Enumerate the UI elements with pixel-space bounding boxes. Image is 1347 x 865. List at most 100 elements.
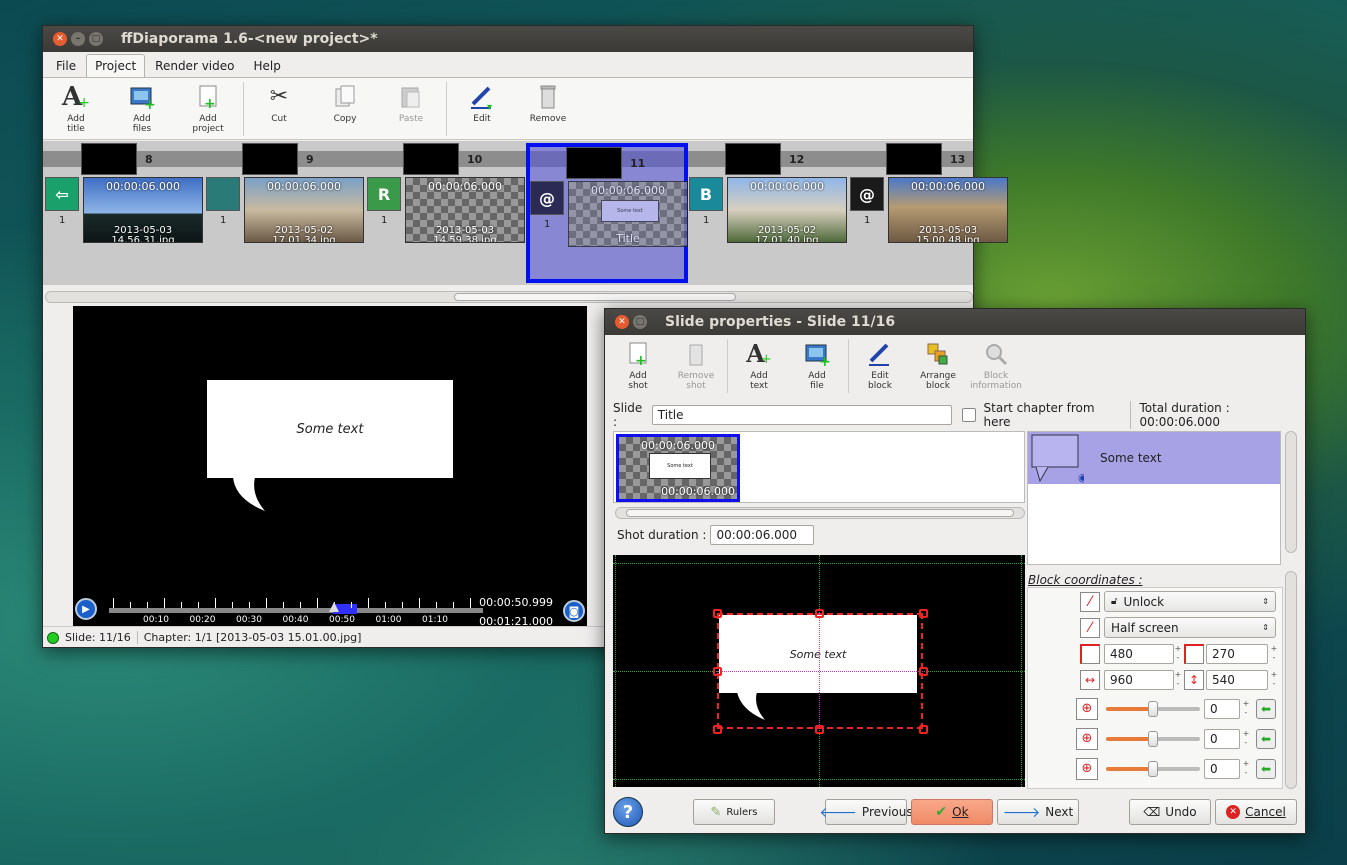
- dialog-toolbar: + Add shot Remove shot A + Add text + Add fi…: [605, 335, 1305, 395]
- shots-scroll-thumb[interactable]: [626, 509, 1014, 517]
- start-chapter-checkbox[interactable]: [962, 408, 976, 422]
- slot-image[interactable]: 00:00:06.000 2013-05-02 17.01.34.jpg: [244, 177, 364, 243]
- previous-button[interactable]: 🡐︎ Previous: [819, 799, 913, 825]
- resize-handle[interactable]: [815, 609, 824, 618]
- cancel-button[interactable]: ✕ Cancel: [1215, 799, 1297, 825]
- timeline-scrollbar[interactable]: [45, 291, 973, 303]
- y-input[interactable]: 270: [1206, 644, 1268, 664]
- edit-block-button[interactable]: Edit block: [851, 339, 909, 391]
- menu-file[interactable]: File: [47, 54, 85, 77]
- block-list-scrollbar[interactable]: [1285, 431, 1297, 553]
- slot-thumb-top: [886, 143, 942, 175]
- add-files-button[interactable]: + Add files: [109, 82, 175, 134]
- snapshot-button[interactable]: ◙: [563, 600, 585, 622]
- timeline-slot[interactable]: 10 R 1 00:00:06.000 2013-05-03 14.59.38.jpg: [367, 143, 529, 283]
- maximize-icon[interactable]: □: [89, 32, 103, 46]
- coords-scrollbar[interactable]: [1285, 571, 1297, 789]
- menu-render-video[interactable]: Render video: [146, 54, 243, 77]
- lock-combo[interactable]: 🔓︎ Unlock ⇕: [1104, 591, 1276, 612]
- rulers-button[interactable]: ✎ Rulers: [693, 799, 775, 825]
- add-title-button[interactable]: A + Add title: [43, 82, 109, 134]
- rotation-input[interactable]: 0: [1204, 699, 1240, 719]
- resize-handle[interactable]: [919, 725, 928, 734]
- paste-button[interactable]: Paste: [378, 82, 444, 124]
- height-spinner[interactable]: + -: [1270, 670, 1278, 688]
- resize-handle[interactable]: [713, 609, 722, 618]
- rotation-input[interactable]: 0: [1204, 729, 1240, 749]
- block-information-button[interactable]: Block information: [967, 339, 1025, 391]
- resize-handle[interactable]: [713, 725, 722, 734]
- arrange-block-button[interactable]: Arrange block: [909, 339, 967, 391]
- play-button[interactable]: ▶: [75, 598, 97, 620]
- seek-track[interactable]: [109, 608, 483, 613]
- copy-button[interactable]: Copy: [312, 82, 378, 124]
- timeline-slot[interactable]: 11 @1 00:00:06.000 Some text Title: [526, 143, 688, 283]
- block-list-item[interactable]: ◉ Some text: [1028, 432, 1280, 484]
- reset-arrow-icon[interactable]: ⬅: [1256, 699, 1276, 719]
- resize-handle[interactable]: [713, 667, 722, 676]
- transition-icon[interactable]: @: [530, 181, 564, 215]
- rotation-input[interactable]: 0: [1204, 759, 1240, 779]
- shot-duration-input[interactable]: 00:00:06.000: [710, 525, 815, 545]
- add-shot-button[interactable]: + Add shot: [609, 339, 667, 391]
- slot-image[interactable]: 00:00:06.000 2013-05-03 14.56.31.jpg: [83, 177, 203, 243]
- remove-shot-button[interactable]: Remove shot: [667, 339, 725, 391]
- ok-button[interactable]: ✔ Ok: [911, 799, 993, 825]
- add-text-button[interactable]: A + Add text: [730, 339, 788, 392]
- width-input[interactable]: 960: [1104, 670, 1174, 690]
- x-spinner[interactable]: + -: [1174, 644, 1182, 662]
- maximize-icon[interactable]: □: [633, 315, 647, 329]
- resize-handle[interactable]: [919, 667, 928, 676]
- next-button[interactable]: 🡒︎ Next: [997, 799, 1079, 825]
- y-spinner[interactable]: + -: [1270, 644, 1278, 662]
- edit-canvas[interactable]: Some text: [613, 555, 1025, 787]
- toolbar-separator: [848, 339, 849, 393]
- rotation-slider-knob[interactable]: [1148, 761, 1158, 777]
- timeline-scroll-thumb[interactable]: [454, 293, 736, 301]
- size-combo[interactable]: Half screen ⇕: [1104, 617, 1276, 638]
- reset-arrow-icon[interactable]: ⬅: [1256, 729, 1276, 749]
- slot-image[interactable]: 00:00:06.000 Some text Title: [568, 181, 688, 247]
- resize-handle[interactable]: [919, 609, 928, 618]
- transition-icon[interactable]: R: [367, 177, 401, 211]
- transition-icon[interactable]: [206, 177, 240, 211]
- rotation-spinner[interactable]: + -: [1242, 699, 1250, 717]
- timeline-slot[interactable]: 12 B 1 00:00:06.000 2013-05-02 17.01.40.jpg: [689, 143, 851, 283]
- transition-icon[interactable]: B: [689, 177, 723, 211]
- add-file-button[interactable]: + Add file: [788, 339, 846, 391]
- add-project-button[interactable]: + Add project: [175, 82, 241, 134]
- timeline-slot[interactable]: 9 1 00:00:06.000 2013-05-02 17.01.34.jpg: [206, 143, 368, 283]
- shot-thumbnail[interactable]: 00:00:06.000 Some text 00:00:06.000: [616, 434, 740, 502]
- rotation-spinner[interactable]: + -: [1242, 759, 1250, 777]
- slot-image[interactable]: 00:00:06.000 2013-05-02 17.01.40.jpg: [727, 177, 847, 243]
- slot-image[interactable]: 00:00:06.000 2013-05-03 14.59.38.jpg: [405, 177, 525, 243]
- transition-icon[interactable]: @: [850, 177, 884, 211]
- shots-scrollbar[interactable]: [615, 507, 1025, 519]
- menu-help[interactable]: Help: [244, 54, 289, 77]
- resize-handle[interactable]: [815, 725, 824, 734]
- transition-icon[interactable]: ⇦: [45, 177, 79, 211]
- reset-arrow-icon[interactable]: ⬅: [1256, 759, 1276, 779]
- cut-button[interactable]: ✂ Cut: [246, 82, 312, 125]
- remove-button[interactable]: Remove: [515, 82, 581, 124]
- close-icon[interactable]: ✕: [615, 315, 629, 329]
- slot-image[interactable]: 00:00:06.000 2013-05-03 15.00.48.jpg: [888, 177, 1008, 243]
- svg-text:+: +: [819, 354, 830, 366]
- seek-knob[interactable]: [328, 602, 339, 612]
- height-input[interactable]: 540: [1206, 670, 1268, 690]
- edit-button[interactable]: ▾ Edit: [449, 82, 515, 124]
- slot-filename: 2013-05-03 15.00.48.jpg: [916, 225, 980, 243]
- help-button[interactable]: ?: [613, 797, 643, 827]
- timeline-slot[interactable]: 13 @1 00:00:06.000 2013-05-03 15.00.48.jpg: [850, 143, 1012, 283]
- rotation-spinner[interactable]: + -: [1242, 729, 1250, 747]
- undo-button[interactable]: ⌫ Undo: [1129, 799, 1211, 825]
- rotation-slider-knob[interactable]: [1148, 731, 1158, 747]
- width-spinner[interactable]: + -: [1174, 670, 1182, 688]
- rotation-slider-knob[interactable]: [1148, 701, 1158, 717]
- slide-name-input[interactable]: Title: [651, 405, 953, 425]
- timeline-slot[interactable]: 8 ⇦ 1 00:00:06.000 2013-05-03 14.56.31.jpg: [45, 143, 207, 283]
- minimize-icon[interactable]: –: [71, 32, 85, 46]
- close-icon[interactable]: ✕: [53, 32, 67, 46]
- x-input[interactable]: 480: [1104, 644, 1174, 664]
- menu-project[interactable]: Project: [86, 54, 146, 77]
